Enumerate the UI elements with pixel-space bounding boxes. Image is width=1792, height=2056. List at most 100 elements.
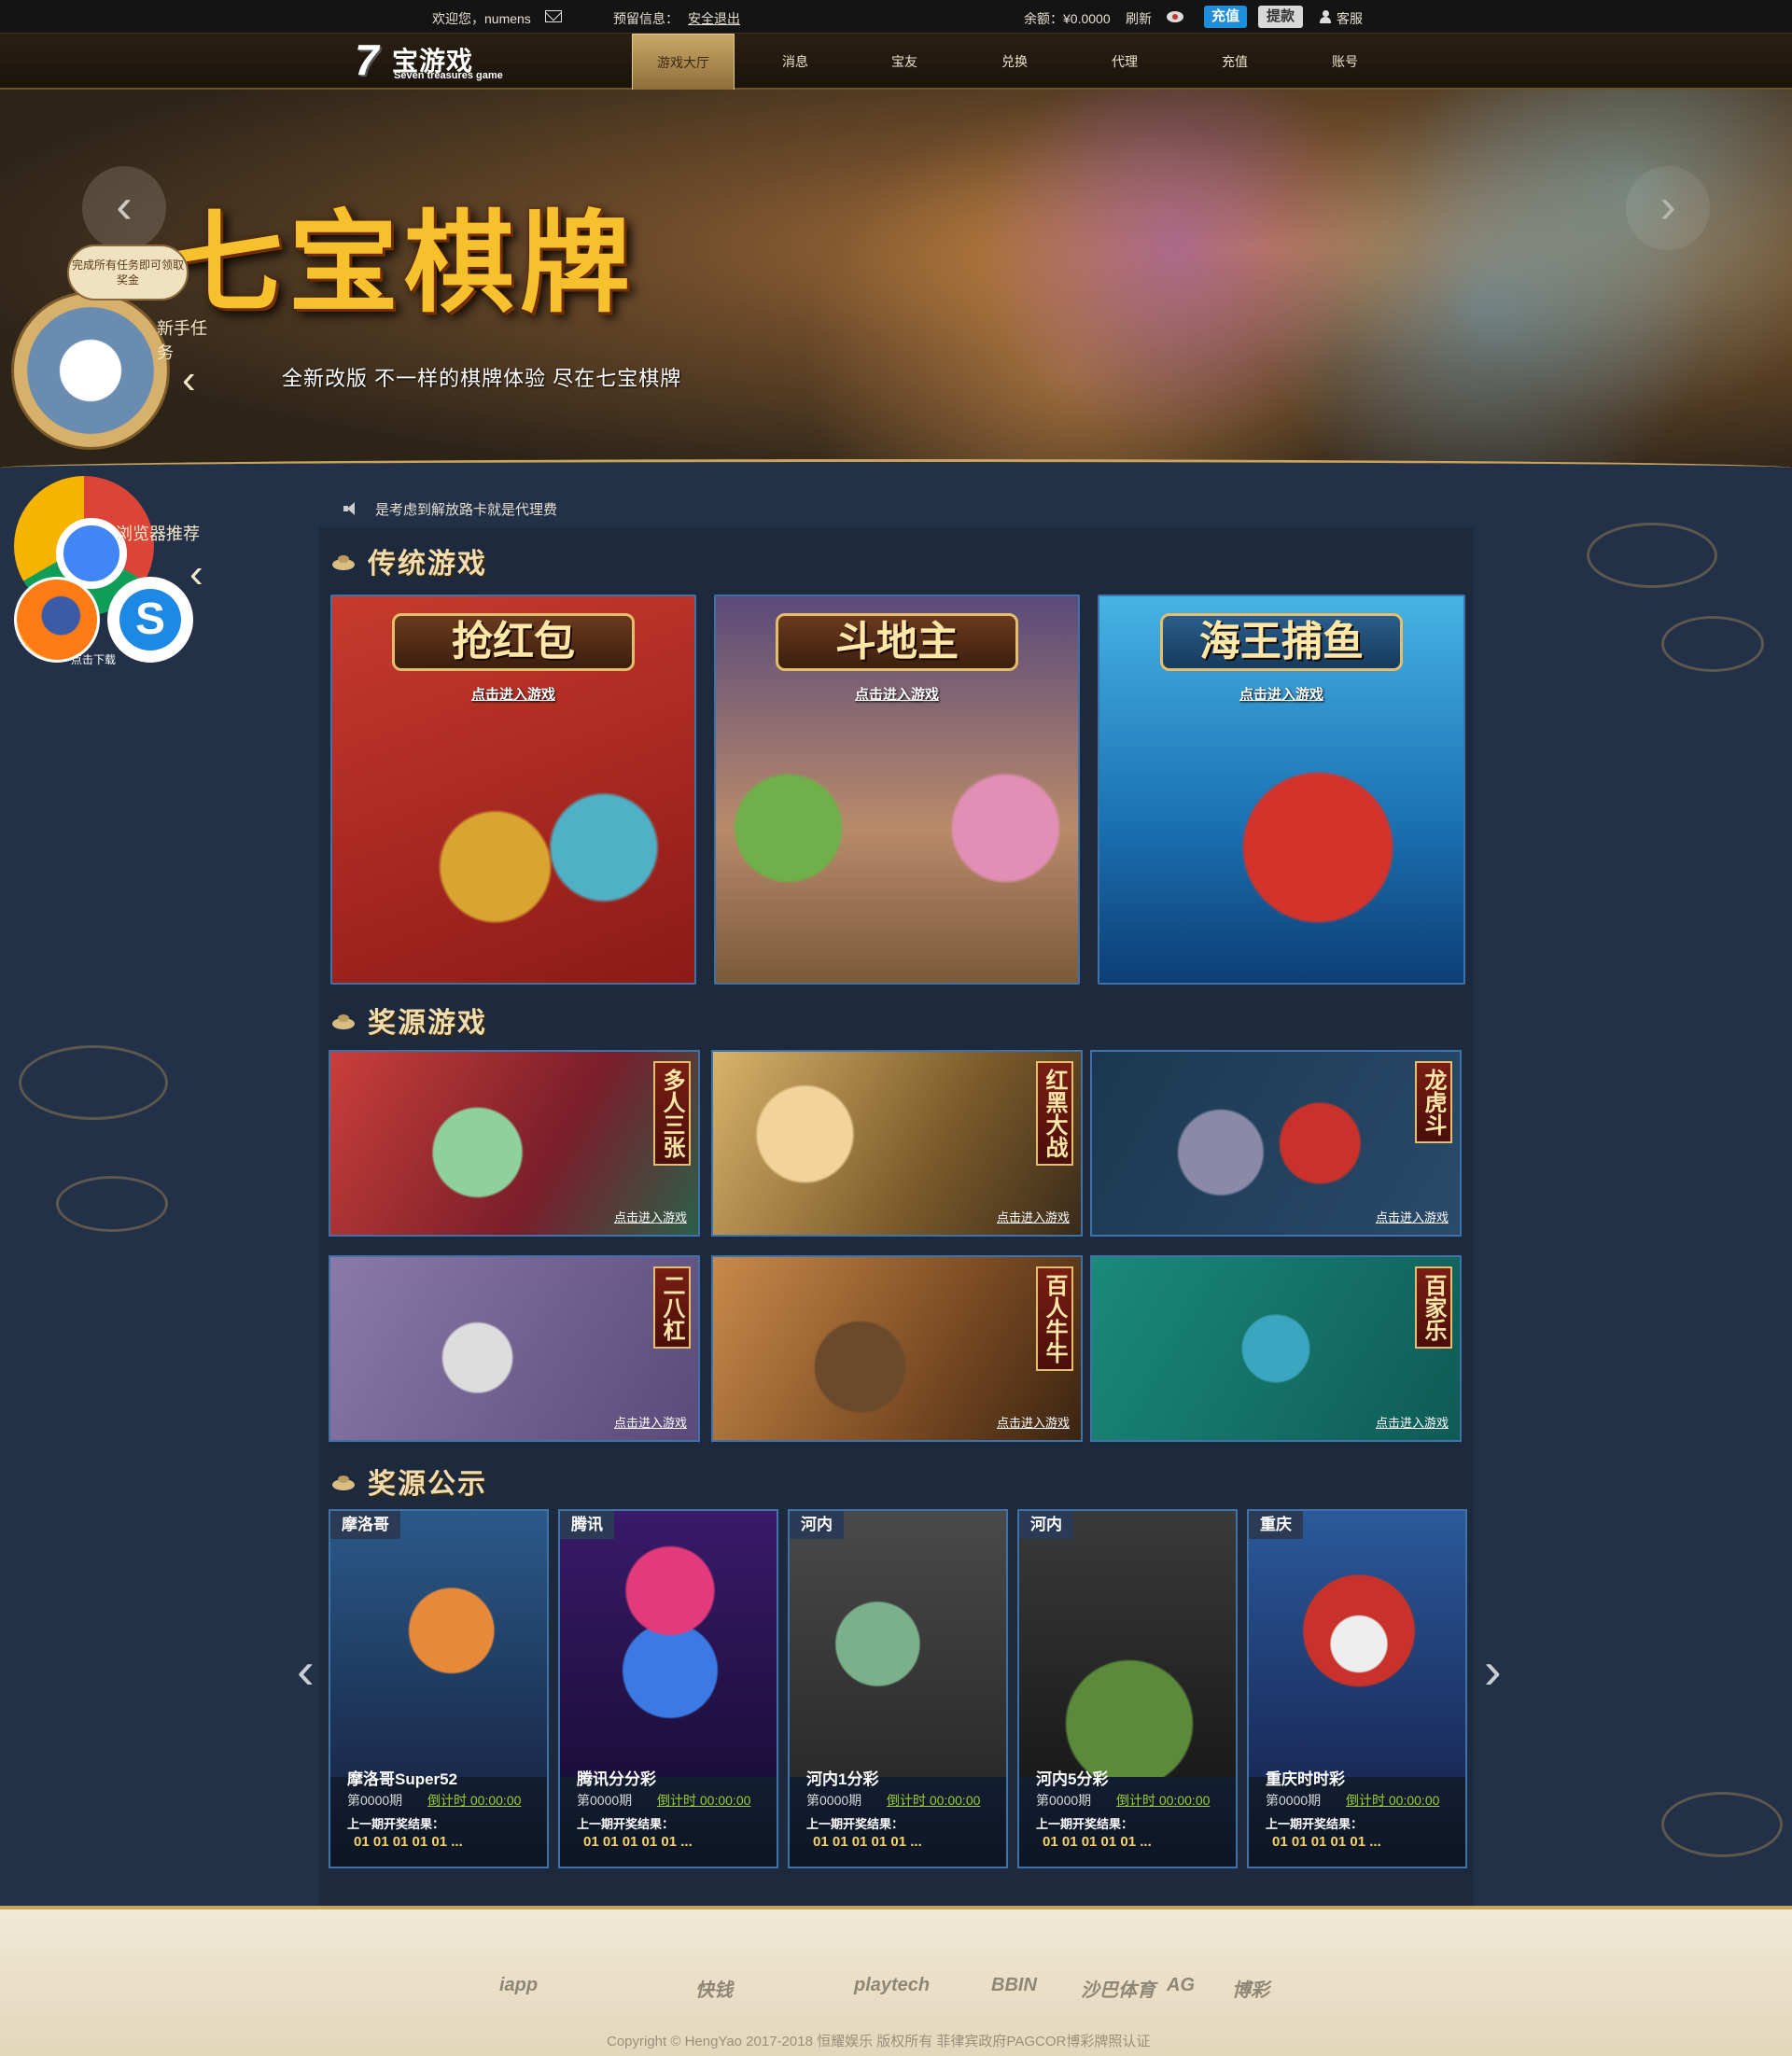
enter-game-link[interactable]: 点击进入游戏 [332, 684, 694, 704]
game-title: 龙虎斗 [1415, 1061, 1452, 1143]
game-title: 红黑大战 [1036, 1061, 1073, 1166]
last-result-label: 上一期开奖结果： [577, 1817, 675, 1831]
lottery-card-morocco[interactable]: 摩洛哥 摩洛哥Super52 第0000期 倒计时 00:00:00 上一期开奖… [329, 1509, 549, 1868]
nav-game-hall[interactable]: 游戏大厅 [632, 34, 735, 91]
reward-card-baccarat[interactable]: 百家乐 点击进入游戏 [1090, 1255, 1462, 1442]
game-title: 二八杠 [653, 1266, 691, 1349]
enter-game-link[interactable]: 点击进入游戏 [614, 1208, 687, 1225]
last-result-numbers: 01 01 01 01 01 ... [1272, 1834, 1381, 1850]
game-title: 斗地主 [776, 613, 1018, 671]
last-result-label: 上一期开奖结果： [1036, 1817, 1134, 1831]
lottery-name: 河内5分彩 [1036, 1770, 1109, 1788]
main-nav: 7 宝游戏 Seven treasures game 游戏大厅 消息 宝友 兑换… [0, 34, 1792, 91]
download-link[interactable]: 点击下载 [71, 651, 116, 667]
reward-card-28-bar[interactable]: 二八杠 点击进入游戏 [329, 1255, 700, 1442]
last-result-numbers: 01 01 01 01 01 ... [354, 1834, 463, 1850]
welcome-text: 欢迎您，numens [432, 11, 531, 26]
recharge-button[interactable]: 充值 [1204, 6, 1247, 28]
game-title: 海王捕鱼 [1160, 613, 1403, 671]
reward-card-niuniu[interactable]: 百人牛牛 点击进入游戏 [711, 1255, 1083, 1442]
chevron-left-icon[interactable]: ‹ [182, 357, 196, 403]
game-card-fishing[interactable]: 海王捕鱼 点击进入游戏 [1098, 594, 1465, 985]
partner-logo-kuaiqian: 快钱 [695, 1980, 733, 2001]
last-result-numbers: 01 01 01 01 01 ... [1043, 1834, 1152, 1850]
lottery-info: 摩洛哥Super52 第0000期 倒计时 00:00:00 上一期开奖结果： … [330, 1770, 547, 1867]
lottery-countdown: 倒计时 00:00:00 [427, 1793, 522, 1808]
enter-game-link[interactable]: 点击进入游戏 [614, 1413, 687, 1431]
banner-subtitle: 全新改版 不一样的棋牌体验 尽在七宝棋牌 [282, 367, 682, 390]
section-title-traditional: 传统游戏 [368, 548, 487, 580]
lottery-card-tencent[interactable]: 腾讯 腾讯分分彩 第0000期 倒计时 00:00:00 上一期开奖结果： 01… [558, 1509, 778, 1868]
carousel-prev-button[interactable]: ‹ [297, 1633, 315, 1708]
lottery-card-hanoi-5[interactable]: 河内 河内5分彩 第0000期 倒计时 00:00:00 上一期开奖结果： 01… [1017, 1509, 1238, 1868]
reward-card-three-cards[interactable]: 多人三张 点击进入游戏 [329, 1050, 700, 1237]
section-cloud-icon [332, 1476, 358, 1494]
logout-link[interactable]: 安全退出 [688, 9, 740, 28]
cloud-ornament [56, 1176, 168, 1232]
customer-service-icon[interactable] [1319, 10, 1332, 23]
lottery-period: 第0000期 [806, 1793, 862, 1808]
lottery-artwork [560, 1511, 777, 1777]
game-card-landlord[interactable]: 斗地主 点击进入游戏 [714, 594, 1080, 985]
partner-logo-bocai: 博彩 [1232, 1980, 1269, 2001]
firefox-icon[interactable] [14, 577, 100, 663]
mail-icon[interactable] [545, 10, 562, 22]
cloud-ornament [1587, 523, 1717, 588]
enter-game-link[interactable]: 点击进入游戏 [997, 1413, 1070, 1431]
banner-next-button[interactable]: › [1626, 166, 1710, 250]
speaker-icon [343, 502, 358, 515]
nav-agent[interactable]: 代理 [1073, 34, 1176, 90]
nav-messages[interactable]: 消息 [744, 34, 847, 90]
lottery-countdown: 倒计时 00:00:00 [1346, 1793, 1440, 1808]
partner-logo-playtech: playtech [854, 1975, 931, 1995]
partner-logo-iapp: iapp [499, 1975, 539, 1995]
top-bar: 欢迎您，numens 预留信息： 安全退出 余额：¥0.0000 刷新 充值 提… [0, 0, 1792, 34]
newbie-task-widget[interactable]: 完成所有任务即可领取奖金 新手任务 ‹ [9, 245, 215, 450]
lottery-artwork [1019, 1511, 1236, 1777]
partner-logo-ag: AG [1167, 1975, 1195, 1995]
withdraw-button[interactable]: 提款 [1258, 6, 1303, 28]
lottery-period: 第0000期 [577, 1793, 633, 1808]
banner-prev-button[interactable]: ‹ [82, 166, 166, 250]
enter-game-link[interactable]: 点击进入游戏 [1376, 1208, 1449, 1225]
site-logo[interactable]: 7 宝游戏 Seven treasures game [355, 37, 513, 86]
section-title-reward-public: 奖源公示 [368, 1468, 487, 1501]
sogou-browser-icon[interactable] [107, 577, 193, 663]
reward-card-dragon-tiger[interactable]: 龙虎斗 点击进入游戏 [1090, 1050, 1462, 1237]
lottery-name: 腾讯分分彩 [577, 1770, 656, 1788]
cloud-ornament [1661, 1792, 1783, 1857]
chevron-left-icon[interactable]: ‹ [189, 551, 203, 597]
game-title: 抢红包 [392, 613, 635, 671]
game-card-red-packet[interactable]: 抢红包 点击进入游戏 [330, 594, 696, 985]
lottery-info: 河内5分彩 第0000期 倒计时 00:00:00 上一期开奖结果： 01 01… [1019, 1770, 1236, 1867]
nav-recharge[interactable]: 充值 [1183, 34, 1286, 90]
lottery-region-tag: 摩洛哥 [330, 1511, 400, 1539]
cloud-ornament [19, 1045, 168, 1120]
nav-account[interactable]: 账号 [1294, 34, 1396, 90]
lottery-card-hanoi-1[interactable]: 河内 河内1分彩 第0000期 倒计时 00:00:00 上一期开奖结果： 01… [788, 1509, 1008, 1868]
lottery-period: 第0000期 [347, 1793, 403, 1808]
last-result-label: 上一期开奖结果： [806, 1817, 904, 1831]
enter-game-link[interactable]: 点击进入游戏 [716, 684, 1078, 704]
last-result-label: 上一期开奖结果： [1266, 1817, 1364, 1831]
enter-game-link[interactable]: 点击进入游戏 [997, 1208, 1070, 1225]
lottery-artwork [330, 1511, 547, 1777]
game-title: 百人牛牛 [1036, 1266, 1073, 1371]
carousel-next-button[interactable]: › [1484, 1633, 1503, 1708]
eye-icon[interactable] [1167, 11, 1183, 22]
browser-recommend-widget[interactable]: 浏览器推荐 ‹ 点击下载 [9, 476, 224, 672]
customer-service-link[interactable]: 客服 [1337, 9, 1363, 28]
refresh-link[interactable]: 刷新 [1126, 9, 1152, 28]
lottery-artwork [1249, 1511, 1465, 1777]
section-cloud-icon [332, 1014, 358, 1033]
section-cloud-icon [332, 555, 358, 574]
enter-game-link[interactable]: 点击进入游戏 [1099, 684, 1463, 704]
last-result-label: 上一期开奖结果： [347, 1817, 445, 1831]
lottery-card-chongqing[interactable]: 重庆 重庆时时彩 第0000期 倒计时 00:00:00 上一期开奖结果： 01… [1247, 1509, 1467, 1868]
lottery-region-tag: 重庆 [1249, 1511, 1303, 1539]
nav-exchange[interactable]: 兑换 [963, 34, 1066, 90]
nav-friends[interactable]: 宝友 [853, 34, 956, 90]
reward-card-red-black[interactable]: 红黑大战 点击进入游戏 [711, 1050, 1083, 1237]
lottery-name: 河内1分彩 [806, 1770, 879, 1788]
enter-game-link[interactable]: 点击进入游戏 [1376, 1413, 1449, 1431]
